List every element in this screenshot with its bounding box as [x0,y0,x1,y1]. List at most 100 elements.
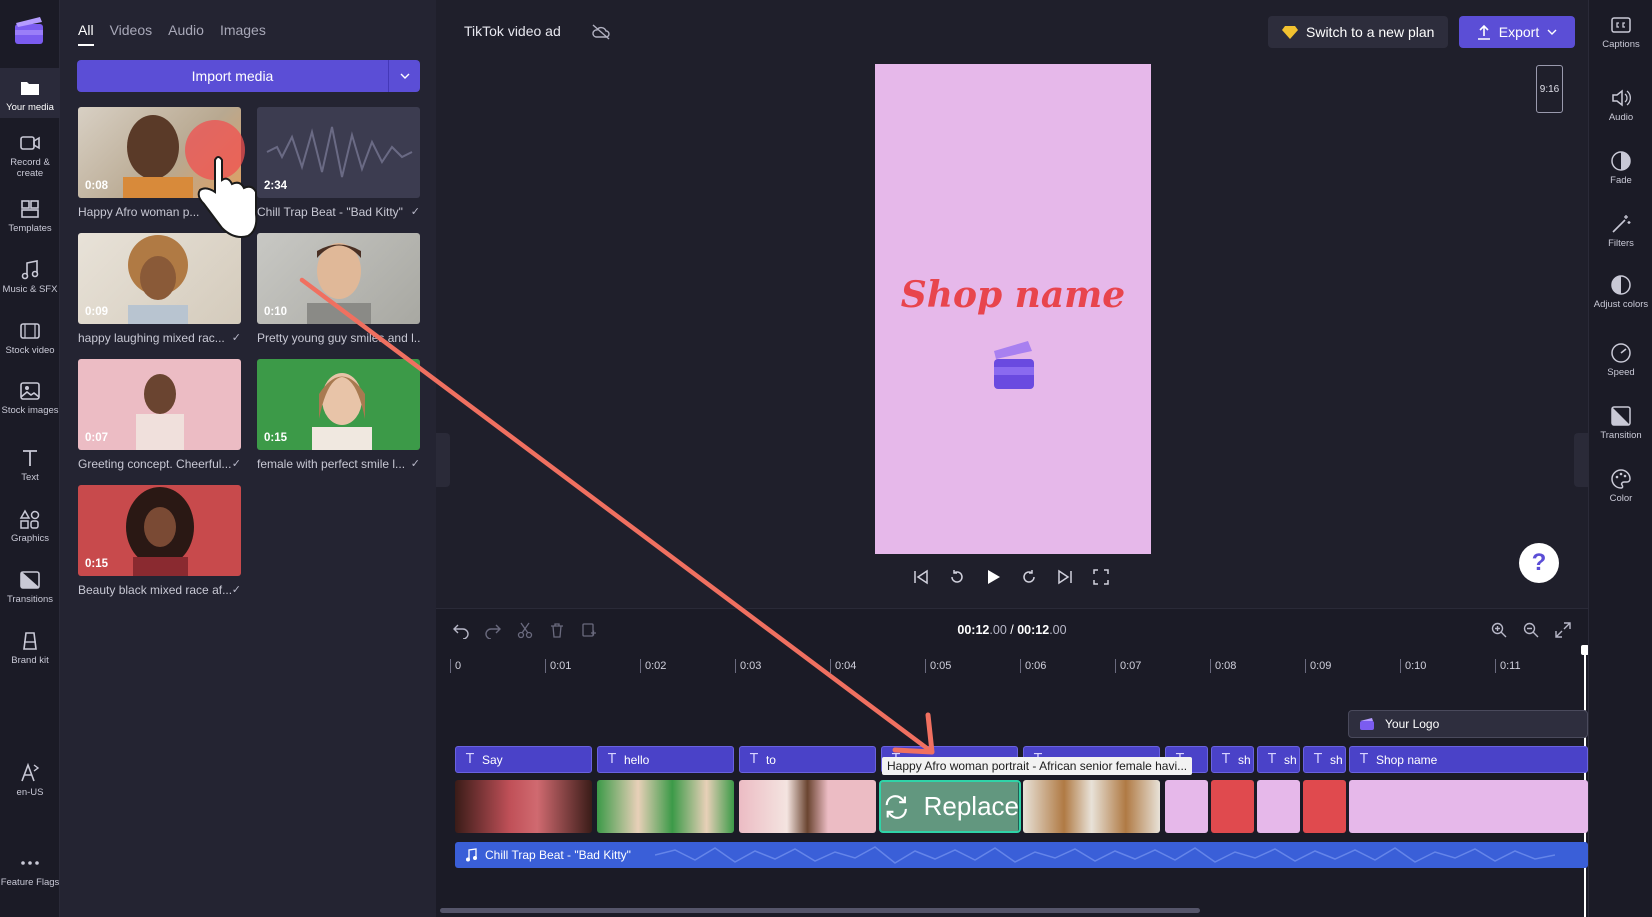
panel-speed[interactable]: Speed [1589,342,1652,379]
switch-plan-button[interactable]: Switch to a new plan [1268,16,1449,48]
text-icon: T [608,752,616,767]
rail-music-sfx[interactable]: Music & SFX [0,259,60,296]
video-clip[interactable] [1303,780,1346,833]
panel-filters[interactable]: Filters [1589,213,1652,250]
duration-label: 0:15 [85,558,109,570]
audio-clip-label: Chill Trap Beat - "Bad Kitty" [485,848,631,862]
collapse-left-panel-button[interactable] [436,433,450,487]
zoom-in-icon[interactable] [1490,621,1508,639]
rail-transitions[interactable]: Transitions [0,569,60,606]
panel-adjust-colors[interactable]: Adjust colors [1589,274,1652,311]
video-clip[interactable] [1349,780,1588,833]
panel-fade[interactable]: Fade [1589,150,1652,187]
panel-color[interactable]: Color [1589,468,1652,505]
media-item-thumbnail[interactable]: 0:15 [78,485,241,576]
rail-stock-images[interactable]: Stock images [0,380,60,417]
shapes-icon [19,509,40,529]
export-button[interactable]: Export [1459,16,1575,48]
video-clip[interactable] [455,780,592,833]
rail-record-create[interactable]: Record & create [0,132,60,179]
logo-clip[interactable]: Your Logo [1348,710,1588,738]
rail-label: Music & SFX [2,284,58,295]
rewind-5-icon[interactable] [948,568,966,586]
rail-templates[interactable]: Templates [0,198,60,235]
text-clip[interactable]: Tsh [1211,746,1254,773]
video-clip[interactable] [739,780,876,833]
tab-images[interactable]: Images [220,22,266,46]
duration-label: 0:10 [264,306,288,318]
text-clip[interactable]: T Say [455,746,592,773]
text-clip[interactable]: Tsh [1257,746,1300,773]
clipchamp-logo[interactable] [12,14,46,48]
text-clip[interactable]: Tsh [1303,746,1346,773]
chevron-down-icon [400,73,409,79]
fit-timeline-icon[interactable] [1554,621,1572,639]
skip-back-icon[interactable] [912,568,930,586]
fade-icon [1611,151,1631,171]
ruler-tick: 0:09 [1305,659,1331,673]
aspect-ratio-button[interactable]: 9:16 [1536,65,1563,113]
text-clip[interactable]: Tto [739,746,876,773]
magic-wand-icon [1612,215,1631,233]
media-item-thumbnail[interactable]: 0:09 [78,233,241,324]
skip-forward-icon[interactable] [1056,568,1074,586]
forward-5-icon[interactable] [1020,568,1038,586]
text-icon: T [750,752,758,767]
media-item-caption: happy laughing mixed rac... ✓ [78,331,241,345]
tab-audio[interactable]: Audio [168,22,204,46]
switch-plan-label: Switch to a new plan [1306,24,1435,40]
palette-icon [1611,469,1631,489]
collapse-right-panel-button[interactable] [1574,433,1588,487]
rail-feature-flags[interactable]: Feature Flags [0,852,60,889]
tab-videos[interactable]: Videos [110,22,153,46]
play-icon[interactable] [984,568,1002,586]
upload-icon [1477,24,1490,40]
export-label: Export [1498,24,1540,40]
ruler-tick: 0:03 [735,659,761,673]
video-clip[interactable] [597,780,734,833]
timeline-scrollbar[interactable] [440,908,1200,913]
import-dropdown-button[interactable] [388,60,420,92]
panel-audio[interactable]: Audio [1589,87,1652,124]
video-clip[interactable] [1165,780,1208,833]
video-clip[interactable] [1211,780,1254,833]
help-button[interactable]: ? [1519,543,1559,583]
tab-all[interactable]: All [78,22,94,46]
rail-brand-kit[interactable]: Brand kit [0,630,60,667]
panel-captions[interactable]: Captions [1589,14,1652,51]
rail-graphics[interactable]: Graphics [0,508,60,545]
rail-your-media[interactable]: Your media [0,68,60,118]
project-title[interactable]: TikTok video ad [464,23,561,39]
audio-clip[interactable]: Chill Trap Beat - "Bad Kitty" [455,842,1588,868]
fullscreen-icon[interactable] [1092,568,1110,586]
text-clip[interactable]: Thello [597,746,734,773]
media-item-thumbnail[interactable]: 0:07 [78,359,241,450]
import-media-button[interactable]: Import media [77,60,420,92]
replace-drop-target[interactable]: Replace [879,780,1021,833]
text-clip[interactable]: T Shop name [1349,746,1588,773]
media-item-caption: Chill Trap Beat - "Bad Kitty" ✓ [257,205,420,219]
replace-icon [885,794,907,819]
rail-stock-video[interactable]: Stock video [0,320,60,357]
rail-text[interactable]: Text [0,447,60,484]
timecode: 00:12.00 / 00:12.00 [957,623,1067,637]
speedometer-icon [1611,343,1631,363]
video-clip[interactable] [1257,780,1300,833]
rail-language[interactable]: en-US [0,762,60,799]
contrast-icon [1611,275,1631,295]
media-panel: All Videos Audio Images Import media 0:0… [60,0,436,917]
left-nav-rail: Your media Record & create Templates Mus… [0,0,60,917]
panel-transition[interactable]: Transition [1589,405,1652,442]
media-item-thumbnail[interactable]: 0:10 [257,233,420,324]
duration-label: 0:07 [85,432,109,444]
video-clip[interactable] [1023,780,1160,833]
translate-icon [21,762,40,782]
zoom-out-icon[interactable] [1522,621,1540,639]
media-item-thumbnail[interactable]: 0:15 [257,359,420,450]
video-preview[interactable]: Shop name [875,64,1151,554]
ruler-tick: 0:07 [1115,659,1141,673]
speaker-icon [1612,89,1631,107]
media-item-thumbnail[interactable]: 0:08 [78,107,241,198]
media-item-thumbnail[interactable]: 2:34 [257,107,420,198]
timeline-ruler[interactable]: 0 0:01 0:02 0:03 0:04 0:05 0:06 0:07 0:0… [450,653,1580,681]
